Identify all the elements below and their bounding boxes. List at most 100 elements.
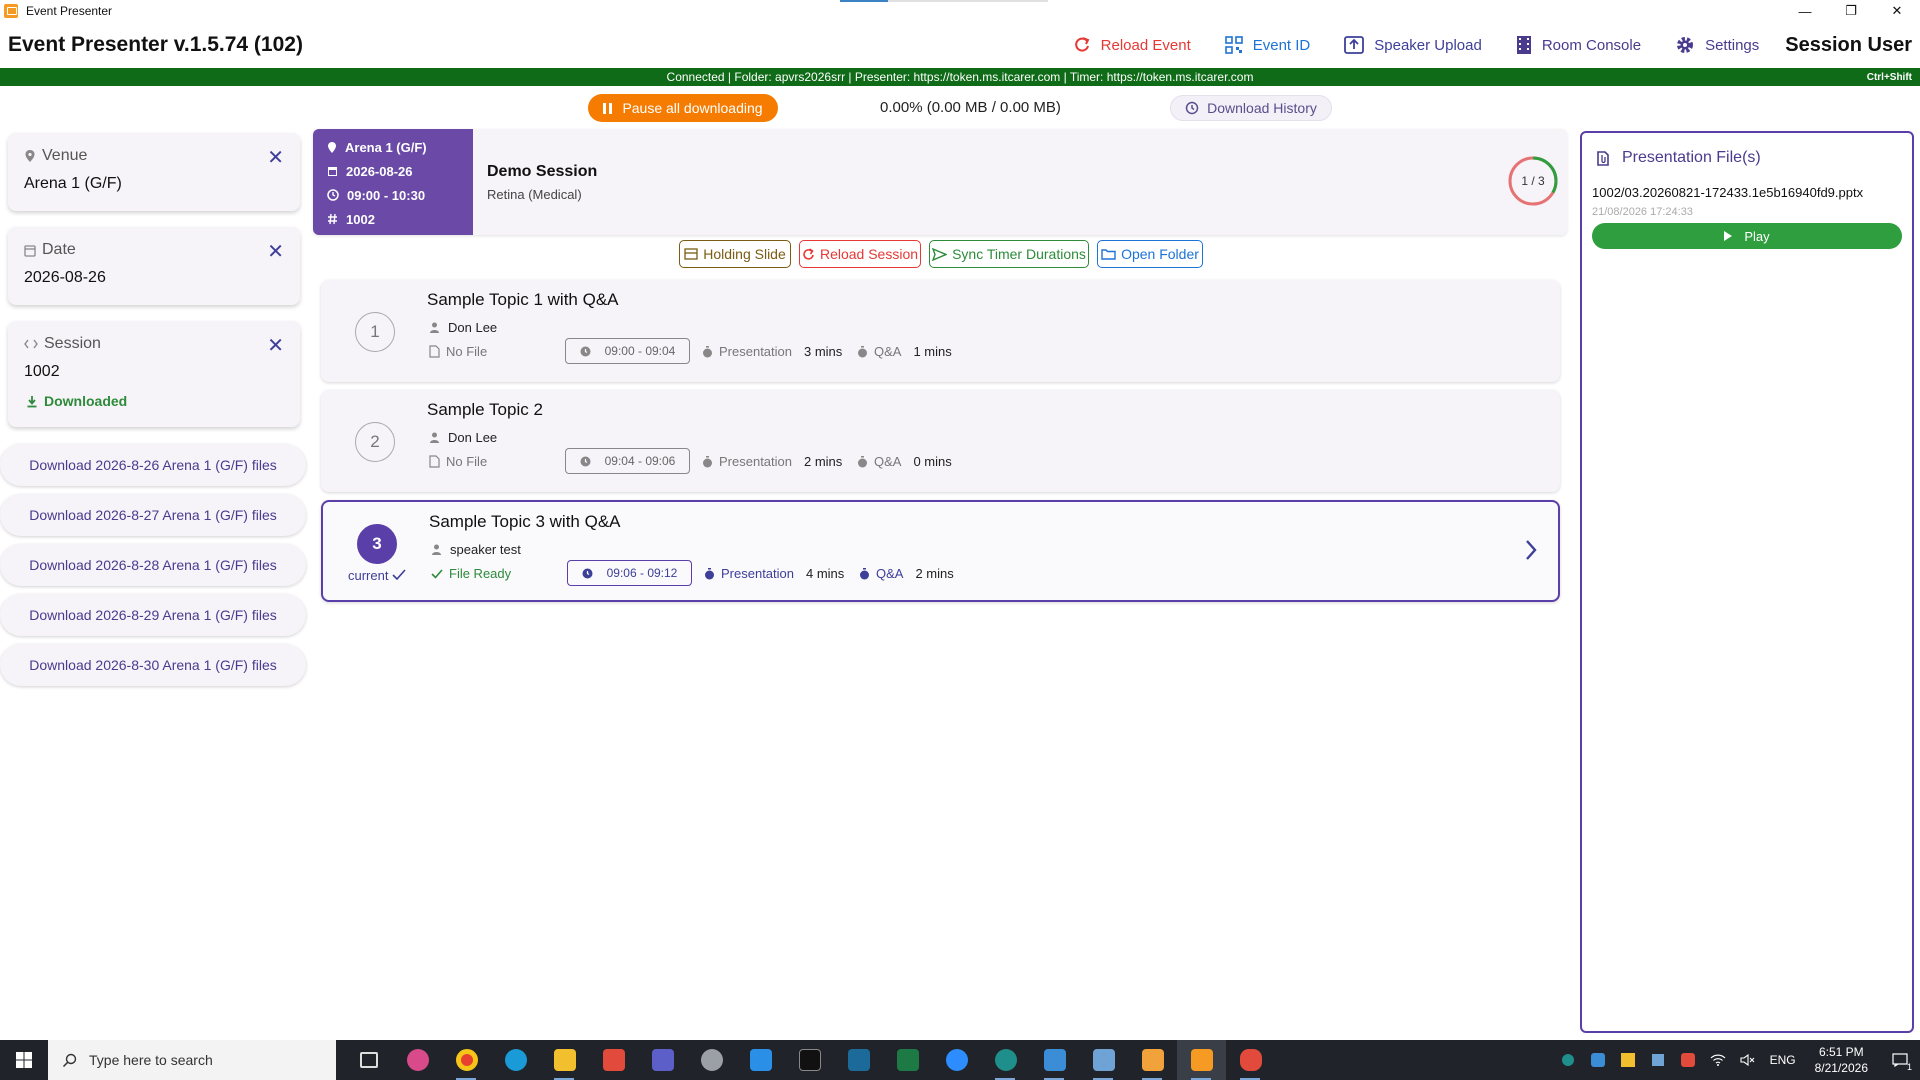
settings-app-icon[interactable]	[687, 1040, 736, 1080]
clear-date-icon[interactable]: ✕	[267, 239, 284, 264]
time-range-label: 09:06 - 09:12	[606, 566, 678, 580]
tray-sync-icon[interactable]	[1583, 1040, 1613, 1080]
clear-session-icon[interactable]: ✕	[267, 333, 284, 358]
notification-center-icon[interactable]: 1	[1880, 1040, 1920, 1080]
reload-icon	[1074, 37, 1090, 52]
pause-all-downloading-button[interactable]: Pause all downloading	[588, 94, 778, 122]
task-view-icon[interactable]	[344, 1040, 393, 1080]
session-date-row: 2026-08-26	[327, 159, 473, 183]
download-controls: Pause all downloading 0.00% (0.00 MB / 0…	[0, 92, 1920, 122]
date-value: 2026-08-26	[24, 269, 106, 286]
presentation-file-name[interactable]: 1002/03.20260821-172433.1e5b16940fd9.ppt…	[1592, 185, 1863, 200]
files-panel-header: Presentation File(s)	[1596, 149, 1761, 167]
upload-icon	[1344, 36, 1365, 54]
event-id-button[interactable]: Event ID	[1224, 36, 1310, 54]
pause-icon	[603, 102, 613, 114]
language-indicator[interactable]: ENG	[1763, 1040, 1803, 1080]
tray-security-icon[interactable]	[1613, 1040, 1643, 1080]
app-icon-paint[interactable]	[393, 1040, 442, 1080]
slide-icon	[684, 248, 698, 260]
pause-all-label: Pause all downloading	[622, 100, 763, 116]
calendar-icon	[328, 167, 337, 176]
remote-desktop-icon[interactable]	[1030, 1040, 1079, 1080]
app-icon-red[interactable]	[589, 1040, 638, 1080]
file-status-label: File Ready	[449, 566, 512, 581]
tray-network-app-icon[interactable]	[1643, 1040, 1673, 1080]
app-icon-tool[interactable]	[1226, 1040, 1275, 1080]
topic-qa-duration: Q&A 1 mins	[857, 344, 952, 359]
presentation-files-panel: Presentation File(s) 1002/03.20260821-17…	[1580, 131, 1914, 1033]
app-icon-blue[interactable]	[1079, 1040, 1128, 1080]
check-icon	[392, 569, 406, 581]
wifi-icon[interactable]	[1703, 1040, 1733, 1080]
taskbar-search-placeholder: Type here to search	[89, 1052, 213, 1068]
tray-app-icon[interactable]	[1553, 1040, 1583, 1080]
app-icon-teal[interactable]	[981, 1040, 1030, 1080]
history-icon	[1185, 101, 1199, 115]
session-filter-card[interactable]: Session 1002 ✕ Downloaded	[8, 321, 300, 427]
speaker-name: Don Lee	[448, 320, 498, 335]
settings-button[interactable]: Settings	[1675, 35, 1759, 55]
reload-event-button[interactable]: Reload Event	[1073, 36, 1191, 54]
download-day-button[interactable]: Download 2026-8-28 Arena 1 (G/F) files	[0, 544, 306, 586]
download-day-button[interactable]: Download 2026-8-27 Arena 1 (G/F) files	[0, 494, 306, 536]
powershell-icon[interactable]	[834, 1040, 883, 1080]
chrome-icon[interactable]	[442, 1040, 491, 1080]
date-filter-card[interactable]: Date 2026-08-26 ✕	[8, 227, 300, 305]
timer-icon	[703, 345, 712, 357]
qa-value: 0 mins	[913, 454, 952, 469]
session-venue: Arena 1 (G/F)	[345, 139, 427, 155]
chevron-right-icon[interactable]	[1524, 538, 1538, 562]
topic-qa-duration: Q&A 0 mins	[857, 454, 952, 469]
teams-icon[interactable]	[638, 1040, 687, 1080]
volume-muted-icon[interactable]	[1733, 1040, 1763, 1080]
event-presenter-taskbar-icon[interactable]	[1177, 1040, 1226, 1080]
restore-button[interactable]: ❐	[1828, 0, 1874, 22]
app-icon-orange[interactable]	[1128, 1040, 1177, 1080]
presentation-label: Presentation	[719, 344, 792, 359]
zoom-icon[interactable]	[932, 1040, 981, 1080]
file-status-label: No File	[446, 454, 488, 469]
topic-card-current[interactable]: 3 current Sample Topic 3 with Q&A speake…	[321, 500, 1560, 602]
session-value: 1002	[24, 363, 60, 380]
session-progress-label: 1 / 3	[1521, 174, 1545, 188]
terminal-icon[interactable]	[785, 1040, 834, 1080]
clear-venue-icon[interactable]: ✕	[267, 145, 284, 170]
taskbar-clock[interactable]: 6:51 PM 8/21/2026	[1803, 1044, 1880, 1076]
minimize-button[interactable]: —	[1782, 0, 1828, 22]
edge-icon[interactable]	[491, 1040, 540, 1080]
download-day-button[interactable]: Download 2026-8-30 Arena 1 (G/F) files	[0, 644, 306, 686]
timer-icon	[703, 455, 712, 467]
download-day-button[interactable]: Download 2026-8-26 Arena 1 (G/F) files	[0, 444, 306, 486]
taskbar-search-box[interactable]: Type here to search	[48, 1040, 336, 1080]
excel-icon[interactable]	[883, 1040, 932, 1080]
venue-filter-card[interactable]: Venue Arena 1 (G/F) ✕	[8, 133, 300, 211]
sync-timer-button[interactable]: Sync Timer Durations	[929, 240, 1089, 268]
play-label: Play	[1744, 228, 1770, 244]
close-window-button[interactable]: ✕	[1874, 0, 1920, 22]
reload-session-button[interactable]: Reload Session	[799, 240, 921, 268]
open-folder-button[interactable]: Open Folder	[1097, 240, 1203, 268]
play-button[interactable]: Play	[1592, 223, 1902, 249]
clock-icon	[580, 456, 591, 466]
session-user-menu[interactable]: Session User	[1785, 34, 1912, 57]
session-time: 09:00 - 10:30	[347, 187, 426, 203]
windows-taskbar: Type here to search ENG 6:51 PM 8/21/202…	[0, 1040, 1920, 1080]
holding-slide-button[interactable]: Holding Slide	[679, 240, 791, 268]
vscode-icon[interactable]	[736, 1040, 785, 1080]
sync-timer-label: Sync Timer Durations	[952, 246, 1086, 262]
file-explorer-icon[interactable]	[540, 1040, 589, 1080]
topic-card[interactable]: 2 Sample Topic 2 Don Lee No File 09:04 -…	[321, 390, 1560, 492]
system-tray: ENG 6:51 PM 8/21/2026 1	[1553, 1040, 1920, 1080]
start-button[interactable]	[0, 1040, 48, 1080]
download-icon	[27, 395, 37, 407]
room-console-button[interactable]: Room Console	[1516, 35, 1641, 55]
tray-red-app-icon[interactable]	[1673, 1040, 1703, 1080]
download-history-button[interactable]: Download History	[1170, 95, 1332, 121]
topic-card[interactable]: 1 Sample Topic 1 with Q&A Don Lee No Fil…	[321, 280, 1560, 382]
speaker-upload-button[interactable]: Speaker Upload	[1344, 36, 1482, 54]
qa-label: Q&A	[874, 454, 902, 469]
download-day-button[interactable]: Download 2026-8-29 Arena 1 (G/F) files	[0, 594, 306, 636]
file-icon	[429, 455, 440, 468]
timer-icon	[705, 567, 714, 579]
